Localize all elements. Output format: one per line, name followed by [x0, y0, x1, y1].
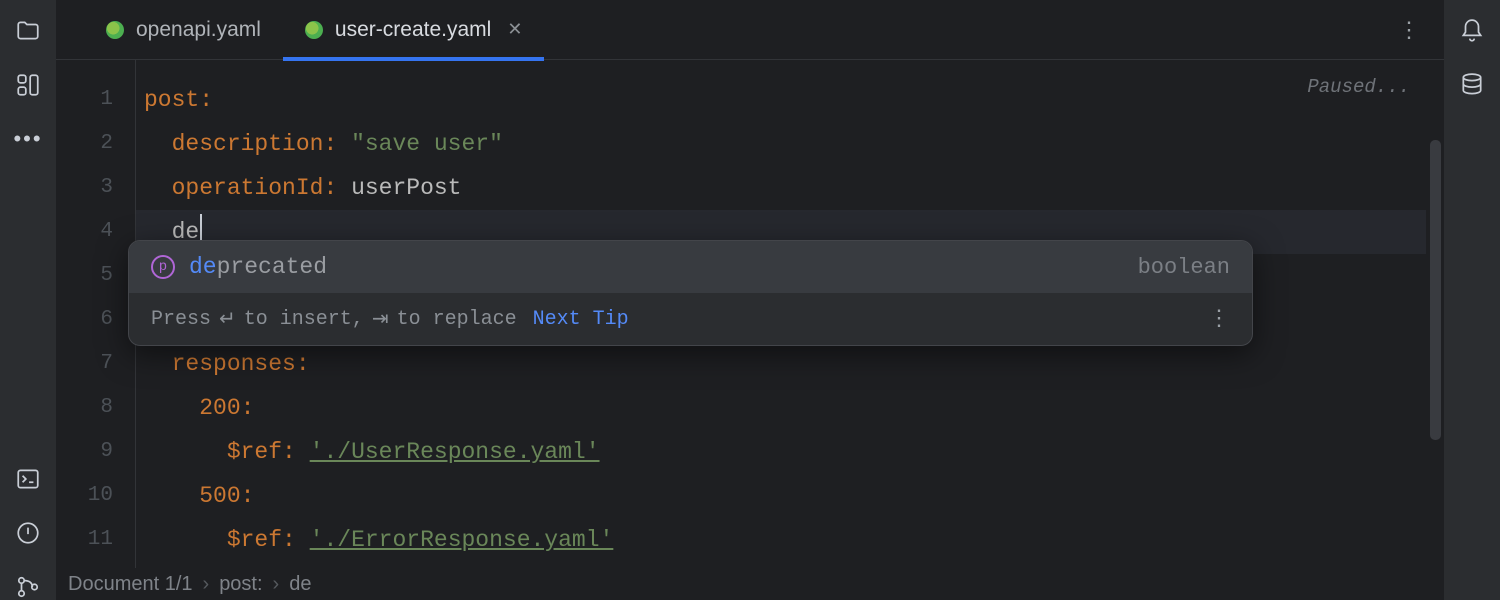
autocomplete-type: boolean [1138, 255, 1230, 280]
left-tool-rail: ••• [0, 0, 56, 600]
terminal-icon[interactable] [15, 466, 41, 492]
code-editor[interactable]: Paused... 1 2 3 4 5 6 7 8 9 10 11 12 pos… [56, 60, 1444, 600]
yaml-file-icon [106, 21, 124, 39]
right-tool-rail [1444, 0, 1500, 600]
line-number: 2 [56, 122, 135, 166]
line-number: 5 [56, 254, 135, 298]
breadcrumb-segment[interactable]: post: [219, 573, 262, 596]
line-number: 8 [56, 386, 135, 430]
breadcrumb-segment[interactable]: de [289, 573, 311, 596]
line-number: 11 [56, 518, 135, 562]
line-number: 7 [56, 342, 135, 386]
line-gutter: 1 2 3 4 5 6 7 8 9 10 11 12 [56, 60, 136, 600]
tabs-more-icon[interactable]: ⋮ [1398, 17, 1444, 43]
problems-icon[interactable] [15, 520, 41, 546]
autocomplete-hint: Press ↵ to insert, ⇥ to replace Next Tip… [129, 293, 1252, 345]
editor-tabs: openapi.yaml user-create.yaml ✕ ⋮ [56, 0, 1444, 60]
line-number: 10 [56, 474, 135, 518]
tab-openapi[interactable]: openapi.yaml [84, 0, 283, 60]
autocomplete-more-icon[interactable]: ⋮ [1208, 306, 1230, 332]
notifications-icon[interactable] [1459, 18, 1485, 44]
tab-label: openapi.yaml [136, 18, 261, 42]
tab-key-icon: ⇥ [372, 306, 389, 332]
line-number: 4 [56, 210, 135, 254]
line-number: 3 [56, 166, 135, 210]
scrollbar-thumb[interactable] [1430, 140, 1441, 440]
text-caret [200, 214, 202, 242]
breadcrumb-segment[interactable]: Document 1/1 [68, 573, 193, 596]
enter-key-icon: ↵ [219, 306, 236, 332]
database-icon[interactable] [1459, 72, 1485, 98]
line-number: 1 [56, 78, 135, 122]
breadcrumb[interactable]: Document 1/1 › post: › de [64, 568, 1444, 600]
tab-user-create[interactable]: user-create.yaml ✕ [283, 0, 544, 60]
autocomplete-label: deprecated [189, 254, 327, 280]
editor-area: openapi.yaml user-create.yaml ✕ ⋮ Paused… [56, 0, 1444, 600]
more-tools-icon[interactable]: ••• [15, 126, 41, 152]
line-number: 6 [56, 298, 135, 342]
vcs-icon[interactable] [15, 574, 41, 600]
close-icon[interactable]: ✕ [507, 19, 522, 40]
autocomplete-item[interactable]: p deprecated boolean [129, 241, 1252, 293]
property-icon: p [151, 255, 175, 279]
next-tip-link[interactable]: Next Tip [533, 308, 629, 331]
folder-icon[interactable] [15, 18, 41, 44]
tab-label: user-create.yaml [335, 18, 491, 42]
structure-icon[interactable] [15, 72, 41, 98]
scrollbar[interactable] [1426, 120, 1444, 600]
autocomplete-popup: p deprecated boolean Press ↵ to insert, … [128, 240, 1253, 346]
yaml-file-icon [305, 21, 323, 39]
line-number: 9 [56, 430, 135, 474]
